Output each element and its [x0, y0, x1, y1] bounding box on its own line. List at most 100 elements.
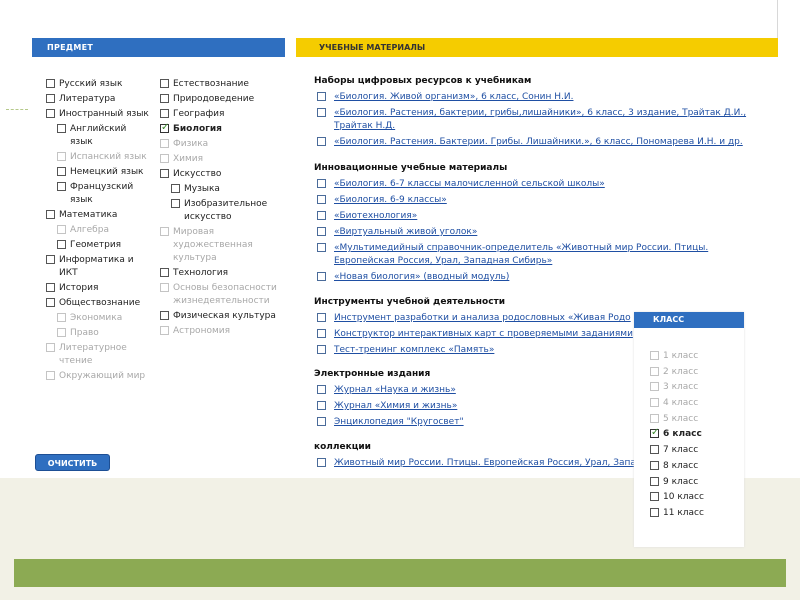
checkbox-item[interactable]: 9 класс [650, 476, 704, 489]
checkbox-icon[interactable] [317, 345, 326, 354]
section-title: Электронные издания [314, 369, 431, 379]
checkbox-item[interactable]: Естествознание [160, 78, 278, 91]
checkbox-icon[interactable] [171, 184, 180, 193]
checkbox-item[interactable]: Информатика и ИКТ [46, 254, 150, 280]
resource-link[interactable]: «Биология. Живой организм», 6 класс, Сон… [334, 92, 573, 102]
resource-item[interactable]: «Виртуальный живой уголок» [317, 226, 757, 239]
checkbox-item[interactable]: 6 класс [650, 426, 704, 441]
checkbox-icon[interactable] [317, 195, 326, 204]
checkbox-icon[interactable] [317, 272, 326, 281]
checkbox-icon[interactable] [160, 311, 169, 320]
resource-link[interactable]: «Биология. 6-7 классы малочисленной сель… [334, 179, 605, 189]
checkbox-icon[interactable] [160, 268, 169, 277]
clear-button[interactable]: ОЧИСТИТЬ [35, 454, 110, 471]
checkbox-icon[interactable] [57, 182, 66, 191]
checkbox-icon[interactable] [160, 94, 169, 103]
checkbox-icon[interactable] [46, 94, 55, 103]
checkbox-icon[interactable] [57, 124, 66, 133]
resource-link[interactable]: Инструмент разработки и анализа родослов… [334, 313, 631, 323]
checkbox-icon[interactable] [317, 227, 326, 236]
checkbox-icon[interactable] [650, 492, 659, 502]
checkbox-item[interactable]: Французский язык [57, 181, 150, 207]
checkbox-icon[interactable] [160, 79, 169, 88]
checkbox-label: 10 класс [663, 492, 704, 503]
resource-item[interactable]: «Мультимедийный справочник-определитель … [317, 242, 757, 268]
checkbox-item[interactable]: Музыка [171, 183, 278, 196]
checkbox-icon[interactable] [650, 445, 659, 455]
checkbox-icon[interactable] [317, 401, 326, 410]
resource-item[interactable]: «Биотехнология» [317, 210, 757, 223]
resource-item[interactable]: «Биология. Живой организм», 6 класс, Сон… [317, 91, 757, 104]
resource-link[interactable]: Тест-тренинг комплекс «Память» [334, 345, 494, 355]
checkbox-icon[interactable] [317, 108, 326, 117]
checkbox-label: Русский язык [59, 79, 123, 89]
resource-item[interactable]: «Новая биология» (вводный модуль) [317, 271, 757, 284]
resource-item[interactable]: «Биология. 6-9 классы» [317, 194, 757, 207]
checkbox-icon[interactable] [317, 385, 326, 394]
checkbox-checked-icon[interactable] [160, 121, 169, 134]
checkbox-icon[interactable] [57, 167, 66, 176]
checkbox-item[interactable]: 11 класс [650, 507, 704, 520]
resource-item[interactable]: «Биология. Растения. Бактерии. Грибы. Ли… [317, 136, 757, 149]
checkbox-item[interactable]: Изобразительное искусство [171, 198, 278, 224]
checkbox-icon[interactable] [46, 255, 55, 264]
checkbox-icon[interactable] [160, 109, 169, 118]
checkbox-icon[interactable] [317, 243, 326, 252]
checkbox-icon[interactable] [317, 458, 326, 467]
checkbox-item[interactable]: География [160, 108, 278, 121]
checkbox-label: Астрономия [173, 326, 231, 336]
resource-link[interactable]: Журнал «Наука и жизнь» [334, 385, 456, 395]
checkbox-item[interactable]: Математика [46, 209, 150, 222]
checkbox-icon[interactable] [317, 211, 326, 220]
checkbox-icon[interactable] [46, 79, 55, 88]
checkbox-icon[interactable] [171, 199, 180, 208]
checkbox-icon[interactable] [46, 283, 55, 292]
checkbox-icon[interactable] [650, 460, 659, 470]
checkbox-label: Французский язык [70, 182, 134, 205]
checkbox-icon[interactable] [317, 92, 326, 101]
checkbox-icon[interactable] [317, 313, 326, 322]
section-title: Инновационные учебные материалы [314, 163, 508, 173]
checkbox-item[interactable]: Природоведение [160, 93, 278, 106]
checkbox-item[interactable]: Английский язык [57, 123, 150, 149]
checkbox-item[interactable]: Геометрия [57, 239, 150, 252]
resource-link[interactable]: «Биология. Растения. Бактерии. Грибы. Ли… [334, 137, 743, 147]
checkbox-icon[interactable] [317, 137, 326, 146]
checkbox-icon[interactable] [46, 210, 55, 219]
checkbox-icon[interactable] [317, 417, 326, 426]
resource-item[interactable]: «Биология. Растения, бактерии, грибы,лиш… [317, 107, 757, 133]
checkbox-item[interactable]: Литература [46, 93, 150, 106]
resource-link[interactable]: Журнал «Химия и жизнь» [334, 401, 457, 411]
resource-link[interactable]: «Мультимедийный справочник-определитель … [334, 243, 708, 266]
resource-link[interactable]: «Виртуальный живой уголок» [334, 227, 477, 237]
checkbox-item[interactable]: Технология [160, 267, 278, 280]
checkbox-icon[interactable] [317, 179, 326, 188]
checkbox-item[interactable]: Биология [160, 121, 278, 136]
checkbox-item[interactable]: Искусство [160, 168, 278, 181]
checkbox-item[interactable]: Русский язык [46, 78, 150, 91]
checkbox-item[interactable]: Немецкий язык [57, 166, 150, 179]
checkbox-icon[interactable] [650, 476, 659, 486]
resource-link[interactable]: Животный мир России. Птицы. Европейская … [334, 458, 636, 468]
resource-link[interactable]: «Биология. 6-9 классы» [334, 195, 447, 205]
resource-link[interactable]: «Биология. Растения, бактерии, грибы,лиш… [334, 108, 746, 131]
checkbox-item[interactable]: Иностранный язык [46, 108, 150, 121]
checkbox-item[interactable]: 7 класс [650, 444, 704, 457]
resource-link[interactable]: «Новая биология» (вводный модуль) [334, 272, 509, 282]
checkbox-icon[interactable] [317, 329, 326, 338]
resource-link[interactable]: Энциклопедия "Кругосвет" [334, 417, 464, 427]
checkbox-item[interactable]: История [46, 282, 150, 295]
checkbox-item[interactable]: 10 класс [650, 491, 704, 504]
resource-link[interactable]: Конструктор интерактивных карт с проверя… [334, 329, 633, 339]
resource-item[interactable]: «Биология. 6-7 классы малочисленной сель… [317, 178, 757, 191]
checkbox-item[interactable]: Обществознание [46, 297, 150, 310]
checkbox-icon[interactable] [57, 240, 66, 249]
checkbox-icon[interactable] [160, 169, 169, 178]
checkbox-icon[interactable] [650, 507, 659, 517]
checkbox-item[interactable]: 8 класс [650, 460, 704, 473]
resource-link[interactable]: «Биотехнология» [334, 211, 417, 221]
checkbox-icon[interactable] [46, 298, 55, 307]
checkbox-checked-icon[interactable] [650, 426, 659, 439]
checkbox-item[interactable]: Физическая культура [160, 310, 278, 323]
checkbox-icon[interactable] [46, 109, 55, 118]
